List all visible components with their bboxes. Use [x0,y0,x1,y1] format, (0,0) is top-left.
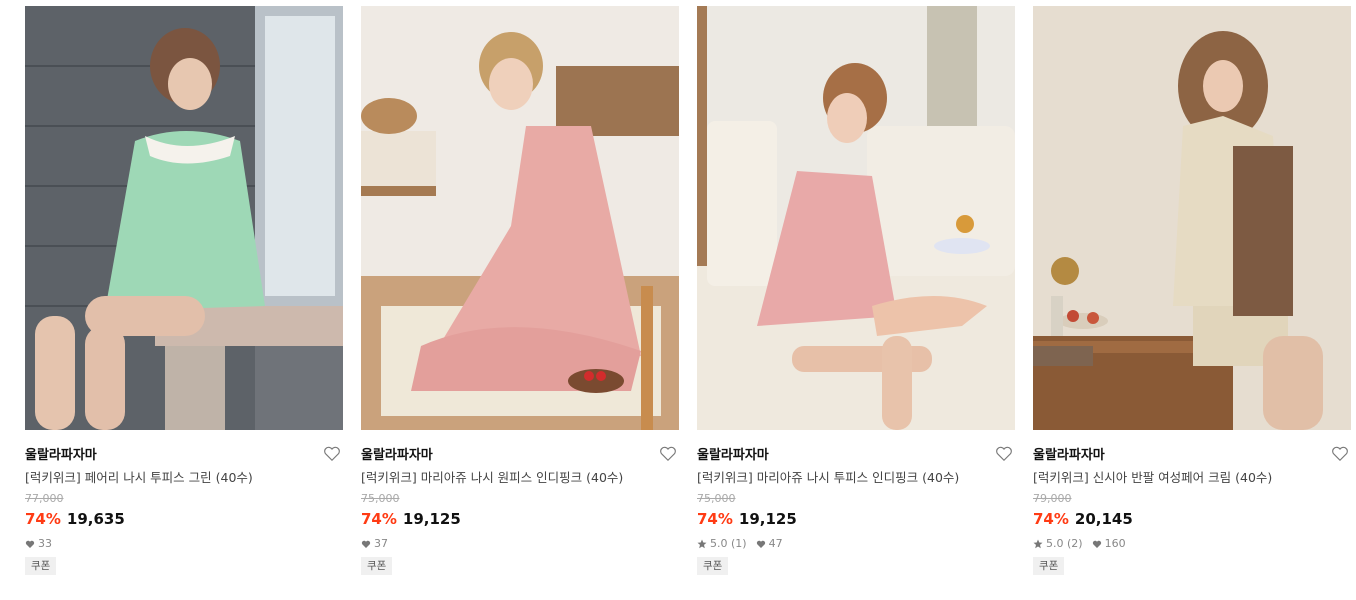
product-meta: 5.0 (2) 160 [1033,537,1351,551]
rating-value: 5.0 (2) [1046,537,1083,550]
discount-rate: 74% [697,510,733,528]
product-title[interactable]: [럭키위크] 마리아쥬 나시 원피스 인디핑크 (40수) [361,469,679,487]
price-row: 74% 19,635 [25,509,343,529]
like-count: 160 [1104,537,1126,550]
wishlist-heart-icon[interactable] [323,446,341,462]
discount-rate: 74% [1033,510,1069,528]
product-image[interactable] [1033,6,1351,430]
product-grid: 울랄라파자마 [럭키위크] 페어리 나시 투피스 그린 (40수) 77,000… [0,0,1356,600]
like-count: 47 [768,537,783,550]
heart-filled-icon [1092,540,1101,548]
sale-price: 19,125 [738,510,797,528]
brand-row: 울랄라파자마 [361,444,679,464]
like-count: 33 [38,537,52,550]
wishlist-heart-icon[interactable] [995,446,1013,462]
brand-row: 울랄라파자마 [25,444,343,464]
sale-price: 19,125 [402,510,461,528]
brand-name[interactable]: 울랄라파자마 [1033,448,1105,463]
coupon-badge: 쿠폰 [697,557,729,575]
original-price: 77,000 [25,492,64,505]
rating-value: 5.0 (1) [710,537,747,550]
coupon-badge: 쿠폰 [361,557,393,575]
price-row: 74% 19,125 [697,509,1015,529]
product-meta: 5.0 (1) 47 [697,537,1015,551]
likes-group: 33 [25,537,52,551]
wishlist-heart-icon[interactable] [659,446,677,462]
product-image[interactable] [697,6,1015,430]
sale-price: 20,145 [1074,510,1133,528]
price-row: 74% 20,145 [1033,509,1351,529]
rating-group: 5.0 (1) [697,537,747,551]
original-price: 79,000 [1033,492,1072,505]
star-icon [1033,539,1043,549]
brand-name[interactable]: 울랄라파자마 [697,448,769,463]
product-image[interactable] [361,6,679,430]
product-meta: 37 [361,537,679,551]
brand-row: 울랄라파자마 [1033,444,1351,464]
discount-rate: 74% [361,510,397,528]
product-image[interactable] [25,6,343,430]
wishlist-heart-icon[interactable] [1331,446,1349,462]
price-row: 74% 19,125 [361,509,679,529]
sale-price: 19,635 [66,510,125,528]
product-title[interactable]: [럭키위크] 신시아 반팔 여성페어 크림 (40수) [1033,469,1351,487]
rating-group: 5.0 (2) [1033,537,1083,551]
likes-group: 37 [361,537,388,551]
product-card[interactable]: 울랄라파자마 [럭키위크] 페어리 나시 투피스 그린 (40수) 77,000… [25,6,343,575]
coupon-badge: 쿠폰 [1033,557,1065,575]
product-title[interactable]: [럭키위크] 페어리 나시 투피스 그린 (40수) [25,469,343,487]
heart-filled-icon [25,540,35,548]
product-card[interactable]: 울랄라파자마 [럭키위크] 마리아쥬 나시 투피스 인디핑크 (40수) 75,… [697,6,1015,575]
original-price: 75,000 [697,492,736,505]
likes-group: 160 [1092,537,1126,551]
product-card[interactable]: 울랄라파자마 [럭키위크] 마리아쥬 나시 원피스 인디핑크 (40수) 75,… [361,6,679,575]
product-meta: 33 [25,537,343,551]
product-card[interactable]: 울랄라파자마 [럭키위크] 신시아 반팔 여성페어 크림 (40수) 79,00… [1033,6,1351,575]
brand-name[interactable]: 울랄라파자마 [25,448,97,463]
like-count: 37 [374,537,388,550]
product-title[interactable]: [럭키위크] 마리아쥬 나시 투피스 인디핑크 (40수) [697,469,1015,487]
coupon-badge: 쿠폰 [25,557,57,575]
original-price: 75,000 [361,492,400,505]
heart-filled-icon [361,540,371,548]
brand-name[interactable]: 울랄라파자마 [361,448,433,463]
likes-group: 47 [756,537,783,551]
heart-filled-icon [756,540,765,548]
brand-row: 울랄라파자마 [697,444,1015,464]
discount-rate: 74% [25,510,61,528]
star-icon [697,539,707,549]
